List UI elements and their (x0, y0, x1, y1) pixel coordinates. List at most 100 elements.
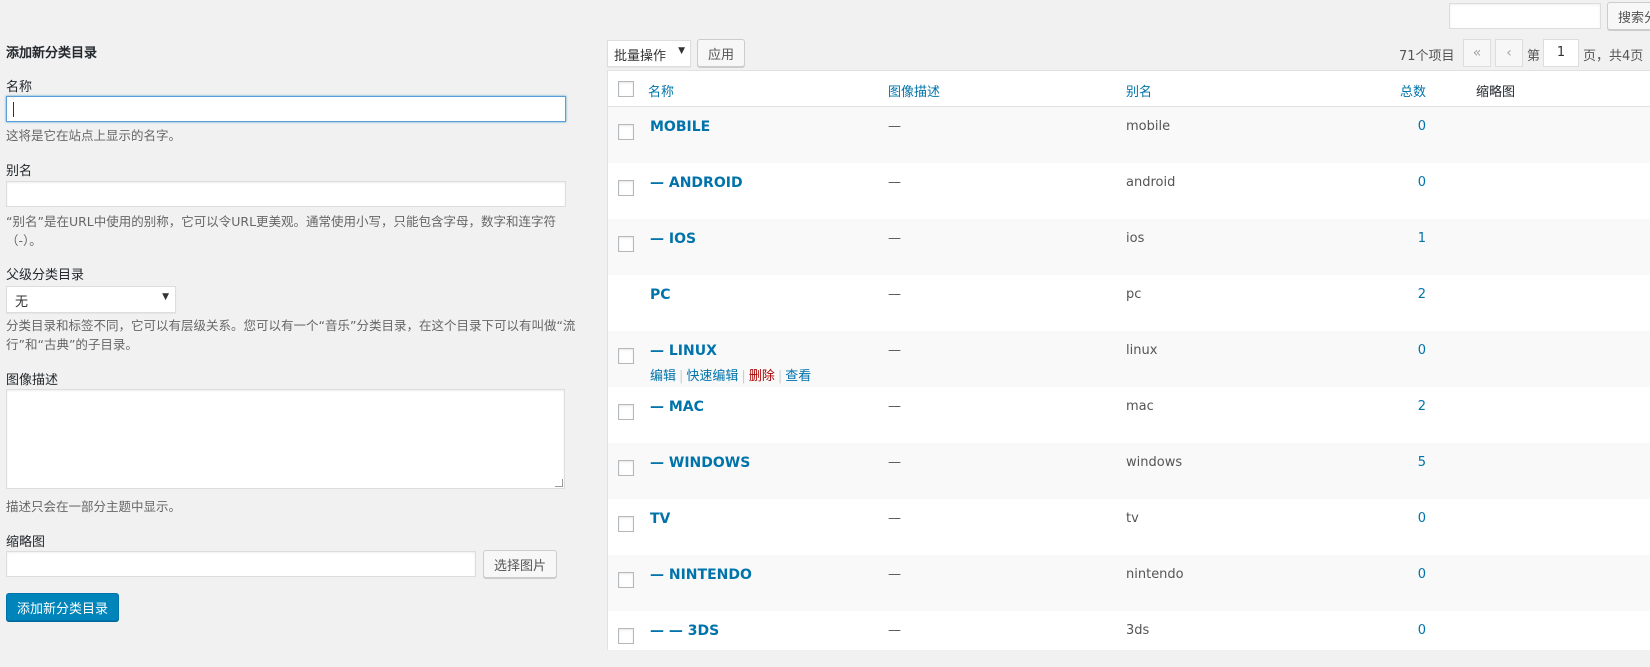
row-checkbox[interactable] (618, 180, 634, 196)
category-count-link[interactable]: 0 (1406, 623, 1426, 638)
parent-description-line1: 分类目录和标签不同，它可以有层级关系。您可以有一个“音乐”分类目录，在这个目录下… (6, 318, 576, 333)
category-desc: — (888, 175, 901, 190)
category-count-link[interactable]: 0 (1406, 175, 1426, 190)
category-slug: 3ds (1126, 623, 1150, 638)
category-slug: windows (1126, 455, 1183, 470)
image-desc-help: 描述只会在一部分主题中显示。 (6, 499, 182, 514)
column-name[interactable]: 名称 (648, 81, 674, 100)
name-label: 名称 (6, 80, 33, 95)
parent-select-value: 无 (15, 295, 29, 310)
category-desc: — (888, 567, 901, 582)
bulk-action-value: 批量操作 (614, 49, 667, 64)
table-row: — ANDROID — android 0 (608, 163, 1650, 219)
category-count-link[interactable]: 2 (1406, 287, 1426, 302)
table-row: — MAC — mac 2 (608, 387, 1650, 443)
page-prefix: 第 (1527, 49, 1541, 64)
dropdown-arrow-icon: ▼ (162, 292, 169, 302)
current-page-input[interactable]: 1 (1543, 39, 1579, 67)
search-input[interactable] (1449, 3, 1601, 29)
category-name-link[interactable]: — NINTENDO (650, 567, 752, 583)
table-row: MOBILE — mobile 0 (608, 107, 1650, 163)
category-name-link[interactable]: — WINDOWS (650, 455, 750, 471)
category-count-link[interactable]: 0 (1406, 567, 1426, 582)
parent-select[interactable]: 无 ▼ (6, 286, 176, 313)
category-desc: — (888, 119, 901, 134)
row-checkbox[interactable] (618, 628, 634, 644)
row-checkbox[interactable] (618, 348, 634, 364)
category-name-link[interactable]: PC (650, 287, 671, 303)
category-count-link[interactable]: 5 (1406, 455, 1426, 470)
image-desc-textarea[interactable] (6, 389, 565, 489)
slug-label: 别名 (6, 164, 33, 179)
category-count-link[interactable]: 1 (1406, 231, 1426, 246)
column-slug[interactable]: 别名 (1126, 81, 1152, 100)
category-name-link[interactable]: — MAC (650, 399, 704, 415)
select-all-checkbox[interactable] (618, 81, 634, 97)
delete-link[interactable]: 删除 (749, 369, 775, 384)
category-name-link[interactable]: — IOS (650, 231, 696, 247)
category-count-link[interactable]: 2 (1406, 399, 1426, 414)
view-link[interactable]: 查看 (785, 369, 811, 384)
separator: | (741, 369, 746, 384)
category-slug: ios (1126, 231, 1145, 246)
choose-image-button[interactable]: 选择图片 (483, 550, 558, 578)
category-slug: tv (1126, 511, 1139, 526)
column-thumbnail: 缩略图 (1476, 85, 1516, 100)
category-name-link[interactable]: TV (650, 511, 670, 527)
table-row: PC — pc 2 (608, 275, 1650, 331)
category-desc: — (888, 343, 901, 358)
text-caret (13, 102, 14, 117)
category-desc: — (888, 399, 901, 414)
table-row: TV — tv 0 (608, 499, 1650, 555)
table-row: — NINTENDO — nintendo 0 (608, 555, 1650, 611)
first-page-button[interactable]: « (1463, 39, 1491, 67)
category-desc: — (888, 231, 901, 246)
image-desc-label: 图像描述 (6, 373, 59, 388)
dropdown-arrow-icon: ▼ (678, 46, 685, 56)
category-desc: — (888, 455, 901, 470)
category-name-link[interactable]: — LINUX (650, 343, 717, 359)
category-name-link[interactable]: — — 3DS (650, 623, 719, 639)
row-checkbox[interactable] (618, 236, 634, 252)
parent-description-line2: 行”和“古典”的子目录。 (6, 337, 138, 352)
category-count-link[interactable]: 0 (1406, 119, 1426, 134)
category-slug: nintendo (1126, 567, 1184, 582)
column-image-desc[interactable]: 图像描述 (888, 81, 940, 100)
category-slug: linux (1126, 343, 1158, 358)
category-desc: — (888, 287, 901, 302)
edit-link[interactable]: 编辑 (650, 369, 676, 384)
row-checkbox[interactable] (618, 460, 634, 476)
category-desc: — (888, 623, 901, 638)
categories-table: 名称 图像描述 别名 总数 缩略图 MOBILE — mobile 0 — AN… (607, 70, 1650, 650)
column-count[interactable]: 总数 (1400, 81, 1426, 100)
category-slug: pc (1126, 287, 1142, 302)
apply-button[interactable]: 应用 (697, 39, 746, 67)
row-checkbox[interactable] (618, 124, 634, 140)
prev-page-button[interactable]: ‹ (1495, 39, 1523, 67)
table-row: — — 3DS — 3ds 0 (608, 611, 1650, 667)
slug-description-line2: （-）。 (6, 233, 42, 248)
row-checkbox[interactable] (618, 572, 634, 588)
category-name-link[interactable]: — ANDROID (650, 175, 743, 191)
row-actions: 编辑 | 快速编辑 | 删除 | 查看 (650, 365, 811, 384)
search-button[interactable]: 搜索分 (1607, 2, 1650, 30)
parent-label: 父级分类目录 (6, 268, 85, 283)
row-checkbox[interactable] (618, 516, 634, 532)
category-count-link[interactable]: 0 (1406, 511, 1426, 526)
slug-field[interactable] (6, 181, 566, 207)
thumbnail-label: 缩略图 (6, 535, 46, 550)
name-field[interactable] (6, 96, 566, 122)
category-name-link[interactable]: MOBILE (650, 119, 710, 135)
table-row: — WINDOWS — windows 5 (608, 443, 1650, 499)
page-suffix: 页，共4页 (1583, 49, 1644, 64)
table-header: 名称 图像描述 别名 总数 缩略图 (608, 71, 1650, 107)
quick-edit-link[interactable]: 快速编辑 (686, 369, 738, 384)
bulk-action-select[interactable]: 批量操作 ▼ (607, 40, 691, 67)
resize-grip-icon[interactable] (555, 479, 563, 487)
category-count-link[interactable]: 0 (1406, 343, 1426, 358)
thumbnail-field[interactable] (6, 551, 476, 577)
separator: | (679, 369, 684, 384)
add-category-button[interactable]: 添加新分类目录 (6, 593, 120, 621)
category-slug: mobile (1126, 119, 1171, 134)
row-checkbox[interactable] (618, 404, 634, 420)
